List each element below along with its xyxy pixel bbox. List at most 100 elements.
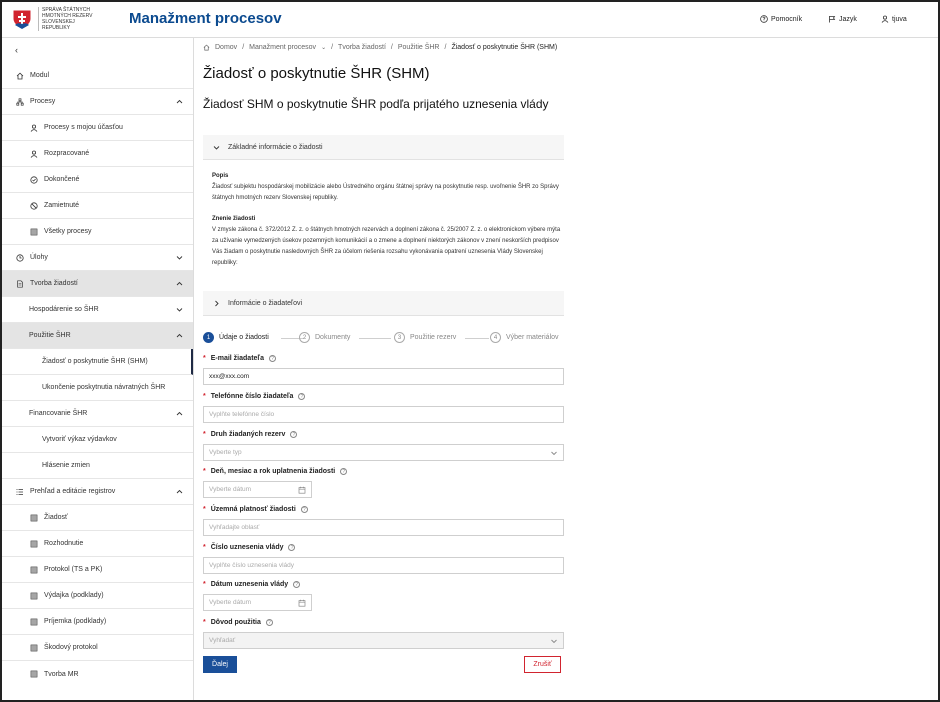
sidebar-item-zamietnute[interactable]: Zamietnuté <box>2 193 193 219</box>
step-label: Dokumenty <box>315 334 351 341</box>
sidebar-item-label: Rozpracované <box>44 150 90 157</box>
sidebar-item-vsetky-procesy[interactable]: Všetky procesy <box>2 219 193 245</box>
sidebar-item-reg-ziadost[interactable]: Žiadosť <box>2 505 193 531</box>
sidebar-item-ukoncenie[interactable]: Ukončenie poskytnutia návratných ŠHR <box>2 375 193 401</box>
stepper-step-3[interactable]: 3 Použitie rezerv <box>394 332 456 343</box>
info-icon[interactable]: ? <box>288 544 296 551</box>
label-text: Územná platnosť žiadosti <box>210 506 296 513</box>
description-block: Popis Žiadosť subjektu hospodárskej mobi… <box>212 171 564 204</box>
reason-select[interactable]: Vyhľadať <box>203 632 564 649</box>
stepper-step-4[interactable]: 4 Výber materiálov <box>490 332 559 343</box>
cancel-button[interactable]: Zrušiť <box>524 656 561 673</box>
sidebar-item-label: Financovanie ŠHR <box>29 410 88 417</box>
info-icon[interactable]: ? <box>269 355 277 362</box>
sidebar-item-tvorba-ziadosti[interactable]: Tvorba žiadostí <box>2 271 193 297</box>
sidebar-item-hlasenie[interactable]: Hlásenie zmien <box>2 453 193 479</box>
top-bar: Správa štátnych hmotných rezerv Slovensk… <box>2 2 938 38</box>
sidebar-item-dokoncene[interactable]: Dokončené <box>2 167 193 193</box>
breadcrumb-item[interactable]: Použitie ŠHR <box>398 44 440 51</box>
next-button[interactable]: Ďalej <box>203 656 237 673</box>
sidebar-item-reg-tvorba-mr[interactable]: Tvorba MR <box>2 661 193 687</box>
resolution-date-picker[interactable]: Vyberte dátum <box>203 594 312 611</box>
sidebar-item-reg-skodovy[interactable]: Škodový protokol <box>2 635 193 661</box>
stepper-step-1[interactable]: 1 Údaje o žiadosti <box>203 332 269 343</box>
sidebar-item-label: Hlásenie zmien <box>42 462 90 469</box>
label-text: Druh žiadaných rezerv <box>210 431 286 438</box>
sidebar-item-ulohy[interactable]: Úlohy <box>2 245 193 271</box>
email-field[interactable]: xxx@xxx.com <box>203 368 564 385</box>
phone-field[interactable]: Vyplňte telefónne číslo <box>203 406 564 423</box>
logo-text: Správa štátnych hmotných rezerv Slovensk… <box>38 7 98 31</box>
chevron-down-icon <box>551 451 557 456</box>
sidebar-item-hospodarenie[interactable]: Hospodárenie so ŠHR <box>2 297 193 323</box>
language-link[interactable]: Jazyk <box>828 15 857 23</box>
sidebar-item-ziadost-shm[interactable]: Žiadosť o poskytnutie ŠHR (SHM) <box>2 349 193 375</box>
sidebar-item-label: Príjemka (podklady) <box>44 618 107 625</box>
sidebar-item-registre[interactable]: Prehľad a editácie registrov <box>2 479 193 505</box>
user-icon <box>29 149 38 158</box>
sidebar-item-reg-protokol[interactable]: Protokol (TS a PK) <box>2 557 193 583</box>
sidebar-item-reg-prijemka[interactable]: Príjemka (podklady) <box>2 609 193 635</box>
flag-icon <box>829 16 836 23</box>
accordion-basic-info[interactable]: Základné informácie o žiadosti <box>203 135 564 160</box>
select-placeholder: Vyberte typ <box>209 449 242 456</box>
sidebar-item-pouzitie-shr[interactable]: Použitie ŠHR <box>2 323 193 349</box>
grid-icon <box>29 591 38 600</box>
accordion-applicant-info[interactable]: Informácie o žiadateľovi <box>203 291 564 316</box>
sidebar-item-procesy[interactable]: Procesy <box>2 89 193 115</box>
info-icon[interactable]: ? <box>340 468 348 475</box>
sidebar-item-financovanie[interactable]: Financovanie ŠHR <box>2 401 193 427</box>
sidebar-item-label: Tvorba žiadostí <box>30 280 78 287</box>
date-placeholder: Vyberte dátum <box>209 599 252 606</box>
user-icon <box>881 15 889 23</box>
chevron-down-icon: ⌄ <box>321 45 327 51</box>
sidebar-item-reg-vydajka[interactable]: Výdajka (podklady) <box>2 583 193 609</box>
info-icon[interactable]: ? <box>298 393 306 400</box>
sidebar-item-label: Dokončené <box>44 176 80 183</box>
stepper-step-2[interactable]: 2 Dokumenty <box>299 332 350 343</box>
territory-label: * Územná platnosť žiadosti? <box>203 506 308 513</box>
info-icon[interactable]: ? <box>293 581 301 588</box>
grid-icon <box>29 670 38 679</box>
sidebar-item-moje-procesy[interactable]: Procesy s mojou účasťou <box>2 115 193 141</box>
chevron-down-icon <box>176 308 183 312</box>
territory-search[interactable]: Vyhľadajte oblasť <box>203 519 564 536</box>
step-number: 3 <box>394 332 405 343</box>
wording-block: Znenie žiadosti V zmysle zákona č. 372/2… <box>212 214 564 269</box>
sidebar-item-reg-rozhodnutie[interactable]: Rozhodnutie <box>2 531 193 557</box>
app-title[interactable]: Manažment procesov <box>129 10 282 27</box>
reason-label: * Dôvod použitia? <box>203 619 273 626</box>
sidebar-item-modul[interactable]: Modul <box>2 63 193 89</box>
info-icon[interactable]: ? <box>300 506 308 513</box>
stepper-connector <box>359 338 391 339</box>
breadcrumb-separator: / <box>242 44 245 51</box>
sidebar-item-label: Žiadosť <box>44 514 68 521</box>
help-link[interactable]: Pomocník <box>760 15 802 23</box>
label-text: Telefónne číslo žiadateľa <box>210 393 294 400</box>
breadcrumb-item[interactable]: Tvorba žiadostí <box>338 44 386 51</box>
sidebar-item-label: Výdajka (podklady) <box>44 592 104 599</box>
help-label: Pomocník <box>771 15 803 23</box>
info-icon[interactable]: ? <box>290 431 298 438</box>
breadcrumb-home[interactable]: Domov <box>215 44 237 51</box>
step-number: 2 <box>299 332 310 343</box>
coat-of-arms-logo[interactable] <box>11 8 33 30</box>
user-menu[interactable]: tjuva <box>881 15 907 23</box>
block-icon <box>29 201 38 210</box>
email-label: * E-mail žiadateľa? <box>203 355 277 362</box>
sidebar-item-vykaz[interactable]: Vytvoriť výkaz výdavkov <box>2 427 193 453</box>
user-icon <box>29 123 38 132</box>
user-label: tjuva <box>892 15 907 23</box>
date-picker[interactable]: Vyberte dátum <box>203 481 312 498</box>
chevron-down-icon <box>176 256 183 260</box>
breadcrumb-separator: / <box>331 44 334 51</box>
app-window: Správa štátnych hmotných rezerv Slovensk… <box>0 0 940 702</box>
breadcrumb-item[interactable]: Manažment procesov <box>249 44 316 51</box>
collapse-sidebar-icon[interactable]: ‹ <box>15 45 18 55</box>
breadcrumb-current: Žiadosť o poskytnutie ŠHR (SHM) <box>451 44 558 51</box>
resolution-number-field[interactable]: Vyplňte číslo uznesenia vlády <box>203 557 564 574</box>
reserve-type-select[interactable]: Vyberte typ <box>203 444 564 461</box>
info-icon[interactable]: ? <box>265 619 273 626</box>
sidebar-item-rozpracovane[interactable]: Rozpracované <box>2 141 193 167</box>
accordion-label: Informácie o žiadateľovi <box>228 299 303 307</box>
